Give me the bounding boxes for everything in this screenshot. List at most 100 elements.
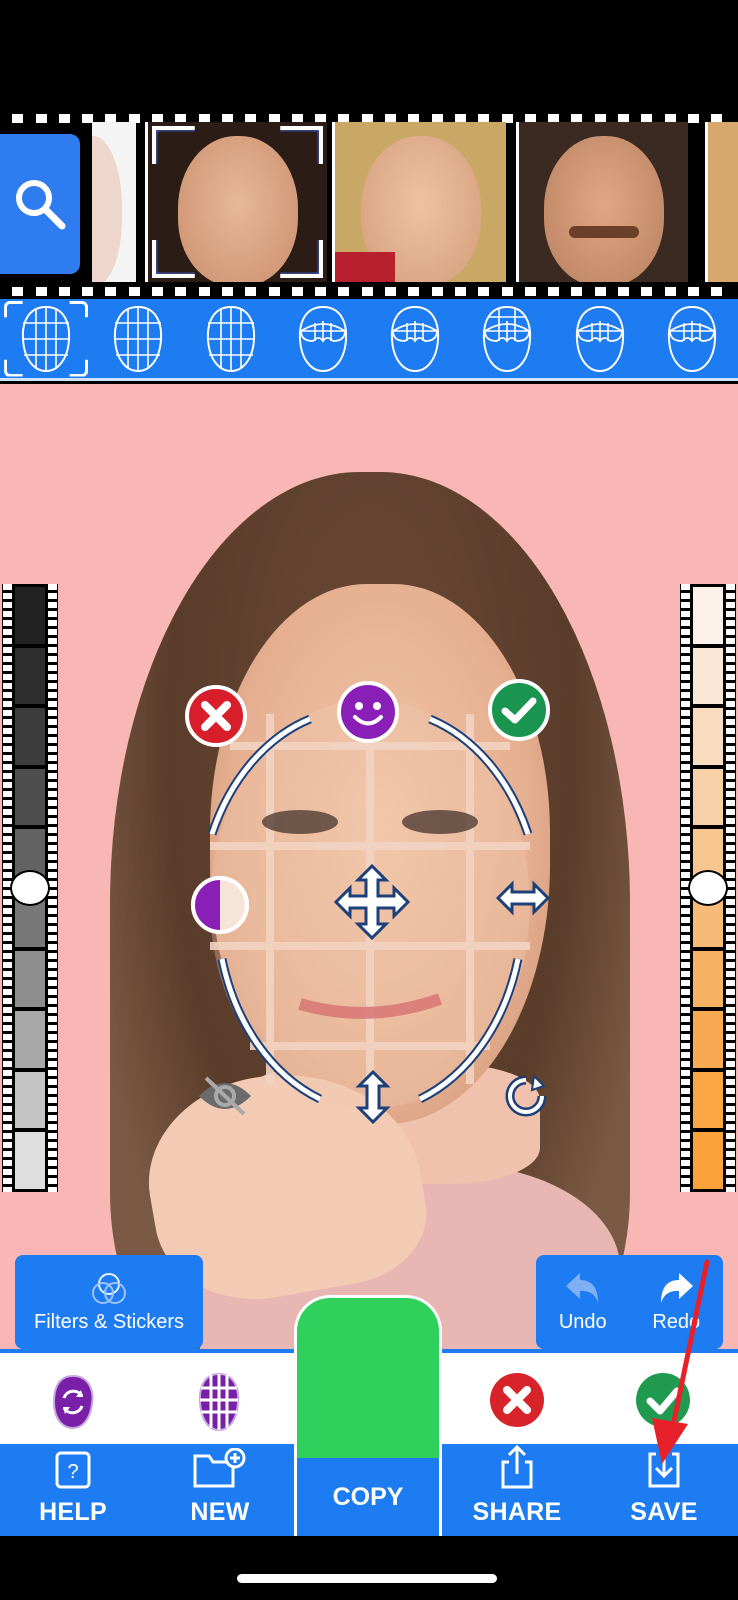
film-sprocket-hole [524, 287, 536, 296]
face-thumbnail-selected[interactable] [145, 122, 327, 282]
slider-step [15, 950, 45, 1008]
face-thumbnail[interactable] [516, 122, 688, 282]
film-sprocket-hole [128, 287, 140, 296]
film-sprocket-hole [641, 287, 653, 296]
checkmark-icon [488, 679, 550, 741]
eye-off-icon [199, 1076, 251, 1116]
share-label: SHARE [472, 1498, 562, 1526]
copy-label: COPY [332, 1482, 404, 1511]
skin-tone-slider-thumb[interactable] [688, 870, 728, 906]
template-option-eyes[interactable] [662, 303, 722, 375]
slider-step [15, 708, 45, 765]
template-option-eyes[interactable] [293, 303, 353, 375]
face-grid-button[interactable] [196, 1371, 242, 1433]
filters-stickers-button[interactable]: Filters & Stickers [15, 1255, 203, 1349]
film-sprocket-hole [82, 287, 94, 296]
search-face-button[interactable] [0, 134, 80, 274]
film-sprocket-hole [35, 114, 47, 123]
face-expression-button[interactable] [336, 680, 400, 744]
film-sprocket-hole [105, 287, 117, 296]
confirm-mask-button[interactable] [487, 678, 551, 742]
template-option-full-grid[interactable] [108, 303, 168, 375]
redo-button[interactable]: Redo [652, 1271, 700, 1334]
swap-face-button[interactable] [48, 1373, 98, 1431]
slider-step [15, 647, 45, 705]
template-option-full-grid[interactable] [16, 303, 76, 375]
film-sprocket-hole [408, 287, 420, 296]
search-icon [16, 180, 66, 230]
film-sprocket-hole [58, 114, 70, 123]
brightness-slider-thumb[interactable] [10, 870, 50, 906]
face-template-icon [114, 305, 163, 372]
confirm-button[interactable] [634, 1371, 692, 1429]
film-sprocket-hole [478, 287, 490, 296]
stretch-horizontal-handle[interactable] [496, 878, 550, 918]
face-film-strip [0, 0, 738, 298]
template-option-eyes[interactable] [385, 303, 445, 375]
undo-label: Undo [558, 1310, 607, 1333]
photo-canvas[interactable] [0, 384, 738, 1349]
film-sprocket-hole [338, 287, 350, 296]
slider-step [693, 950, 723, 1008]
face-grid-icon [198, 1372, 240, 1432]
skin-tone-slider[interactable] [680, 584, 736, 1192]
save-label: SAVE [630, 1498, 698, 1526]
undo-icon [565, 1272, 598, 1303]
undo-button[interactable]: Undo [559, 1271, 607, 1334]
slider-step [693, 647, 723, 705]
stretch-vertical-handle[interactable] [353, 1070, 393, 1124]
brightness-slider[interactable] [2, 584, 58, 1192]
film-sprocket-hole [198, 287, 210, 296]
film-sprocket-hole [361, 287, 373, 296]
face-template-icon [298, 305, 347, 372]
film-sprocket-hole [618, 287, 630, 296]
face-thumbnail[interactable] [92, 122, 136, 282]
rotate-icon [505, 1074, 547, 1117]
film-sprocket-hole [594, 287, 606, 296]
slider-step [15, 1011, 45, 1068]
save-tab[interactable]: SAVE [594, 1444, 734, 1536]
hide-overlay-button[interactable] [196, 1074, 254, 1118]
face-template-bar [0, 299, 738, 381]
filters-stickers-label: Filters & Stickers [33, 1310, 185, 1333]
swap-face-icon [52, 1374, 94, 1430]
delete-mask-button[interactable] [184, 684, 248, 748]
share-icon [501, 1444, 533, 1489]
film-sprocket-hole [711, 287, 723, 296]
template-option-eyes-brow[interactable] [477, 303, 537, 375]
film-sprocket-hole [454, 287, 466, 296]
app-screen: Filters & Stickers Undo Redo ? HELP NEW … [0, 0, 738, 1600]
help-icon: ? [55, 1451, 91, 1489]
cancel-button[interactable] [488, 1371, 546, 1429]
smiley-icon [337, 681, 399, 743]
film-sprocket-hole [12, 114, 24, 123]
blend-contrast-button[interactable] [190, 875, 250, 935]
new-tab[interactable]: NEW [150, 1444, 290, 1536]
help-label: HELP [39, 1498, 107, 1526]
horizontal-arrows-icon [496, 880, 550, 916]
share-tab[interactable]: SHARE [447, 1444, 587, 1536]
rotate-mask-handle[interactable] [504, 1074, 548, 1118]
slider-step [693, 1071, 723, 1129]
template-option-eyes[interactable] [570, 303, 630, 375]
home-indicator[interactable] [237, 1574, 497, 1583]
film-sprocket-hole [268, 287, 280, 296]
move-mask-handle[interactable] [332, 862, 412, 942]
slider-step [15, 768, 45, 826]
film-sprocket-hole [291, 287, 303, 296]
slider-step [693, 768, 723, 826]
slider-step [693, 1132, 723, 1189]
cancel-icon [490, 1373, 544, 1427]
vertical-arrows-icon [355, 1070, 391, 1124]
face-thumbnail[interactable] [332, 122, 506, 282]
confirm-icon [636, 1373, 690, 1427]
film-sprocket-hole [58, 287, 70, 296]
face-template-icon [391, 305, 440, 372]
copy-button[interactable]: COPY [294, 1295, 442, 1536]
film-sprocket-hole [431, 287, 443, 296]
template-option-full-grid[interactable] [201, 303, 261, 375]
face-thumbnail[interactable] [705, 122, 738, 282]
help-tab[interactable]: ? HELP [3, 1444, 143, 1536]
film-sprocket-hole [501, 287, 513, 296]
film-sprocket-hole [175, 287, 187, 296]
